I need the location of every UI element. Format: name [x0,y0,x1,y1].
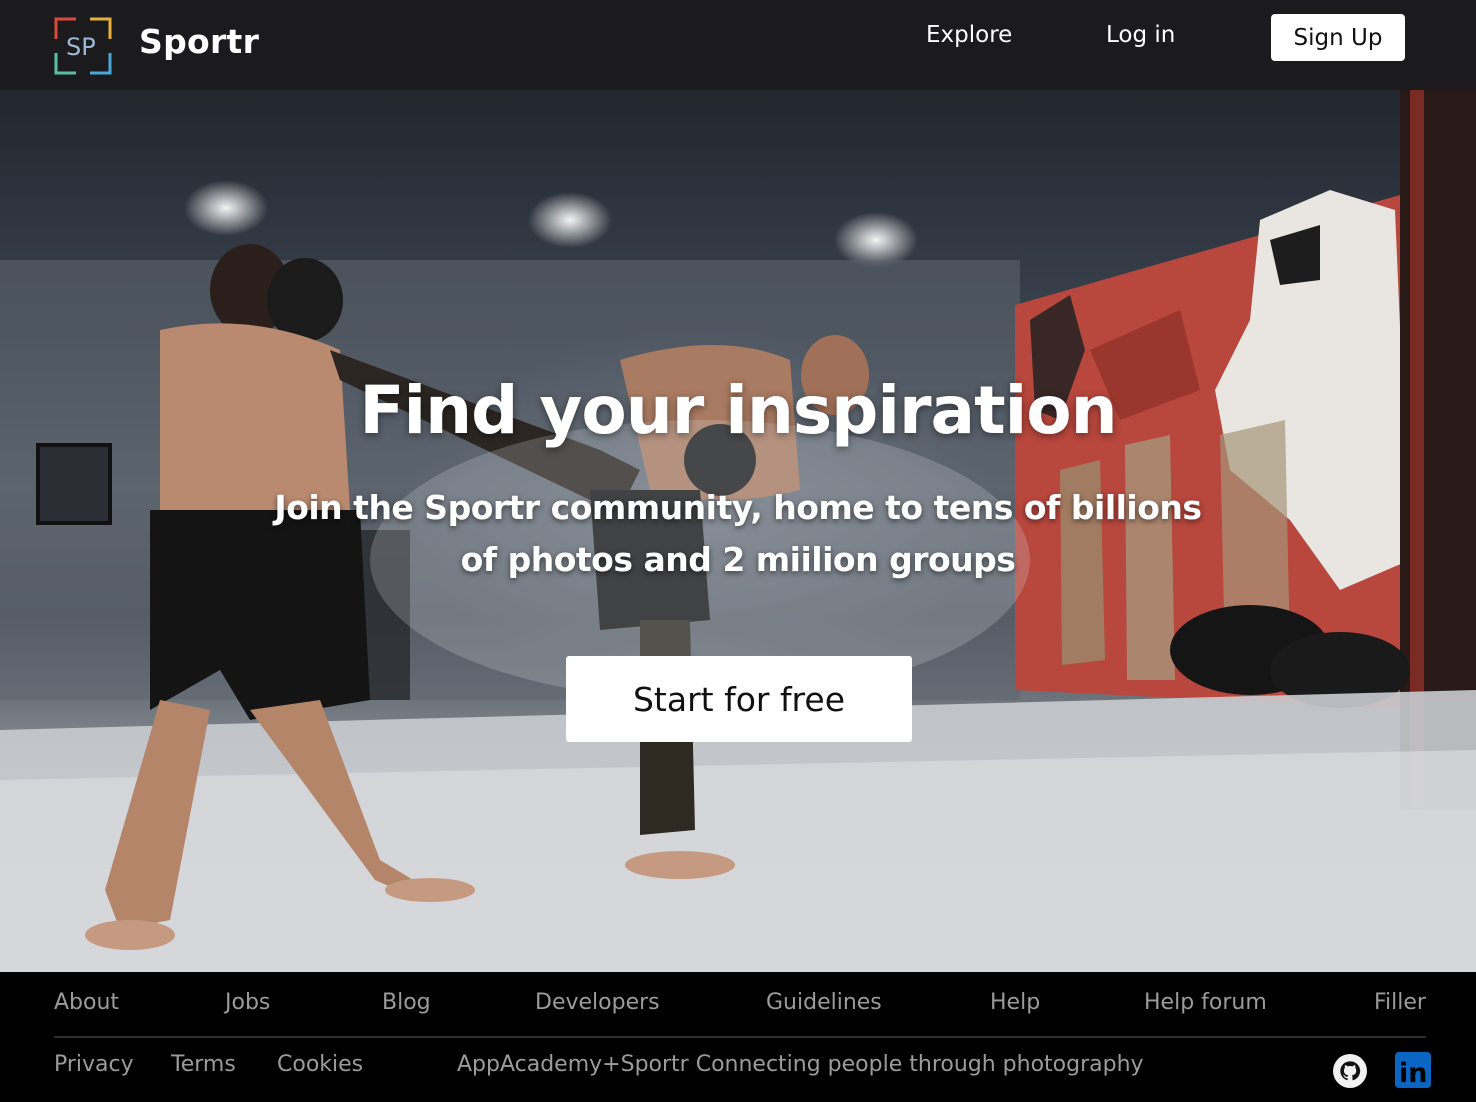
site-footer: About Jobs Blog Developers Guidelines He… [0,972,1476,1102]
start-for-free-button[interactable]: Start for free [566,656,912,742]
footer-link-blog[interactable]: Blog [382,990,431,1015]
footer-divider [54,1036,1426,1038]
nav-explore-link[interactable]: Explore [926,22,1012,48]
footer-tagline: AppAcademy+Sportr Connecting people thro… [457,1052,1144,1077]
logo-letters: SP [66,33,96,61]
top-nav-bar: SP Sportr Explore Log in Sign Up [0,0,1476,90]
sportr-logo-icon[interactable]: SP [54,17,112,75]
footer-link-about[interactable]: About [54,990,119,1015]
linkedin-icon[interactable]: in [1395,1052,1431,1088]
signup-button[interactable]: Sign Up [1271,14,1405,61]
footer-link-help[interactable]: Help [990,990,1040,1015]
footer-link-terms[interactable]: Terms [171,1052,236,1077]
nav-login-link[interactable]: Log in [1106,22,1175,48]
footer-link-cookies[interactable]: Cookies [277,1052,363,1077]
github-glyph [1340,1061,1361,1081]
footer-link-developers[interactable]: Developers [535,990,660,1015]
hero-subtitle: Join the Sportr community, home to tens … [274,488,1202,579]
footer-link-guidelines[interactable]: Guidelines [766,990,882,1015]
linkedin-label: in [1399,1058,1427,1088]
footer-link-filler[interactable]: Filler [1374,990,1426,1015]
github-icon[interactable] [1333,1054,1367,1088]
brand-name[interactable]: Sportr [139,22,259,61]
footer-link-privacy[interactable]: Privacy [54,1052,134,1077]
hero-title: Find your inspiration [359,372,1117,449]
footer-link-help-forum[interactable]: Help forum [1144,990,1267,1015]
hero-section: Find your inspiration Join the Sportr co… [0,90,1476,972]
footer-link-jobs[interactable]: Jobs [225,990,270,1015]
